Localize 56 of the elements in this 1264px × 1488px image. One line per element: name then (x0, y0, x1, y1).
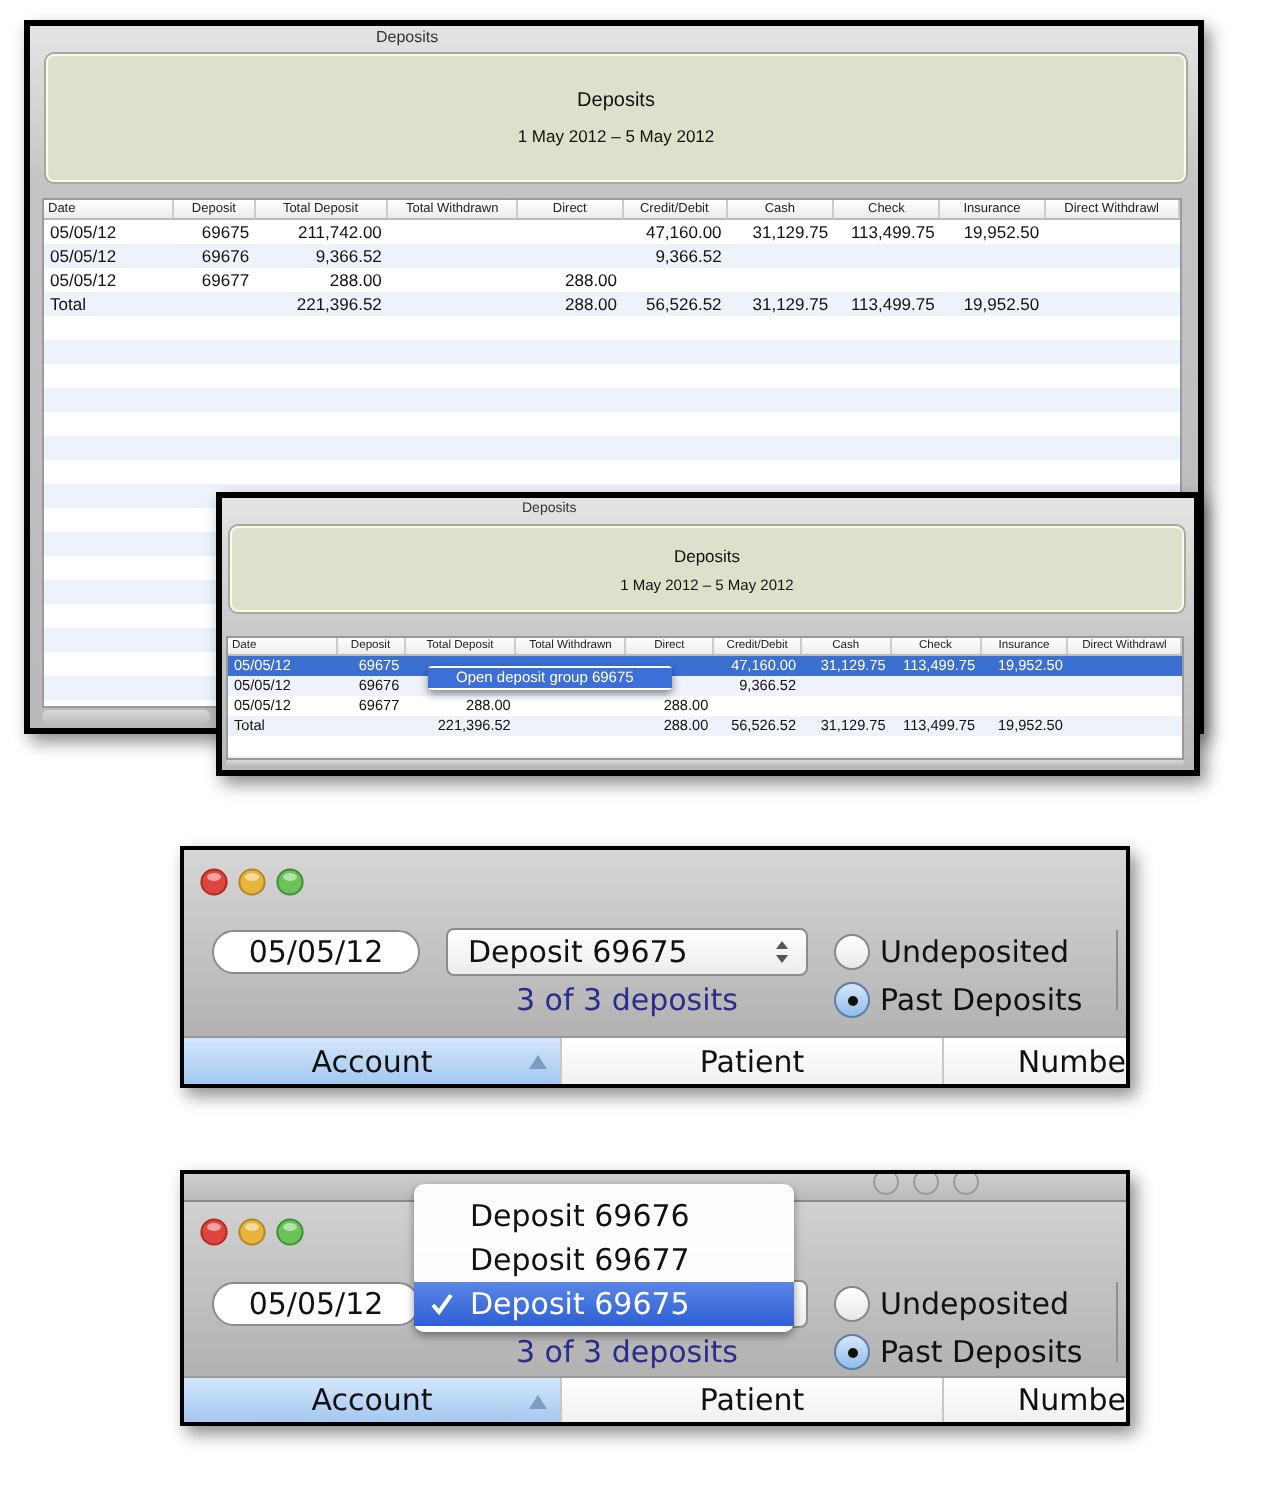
date-field[interactable]: 05/05/12 (212, 1282, 420, 1327)
close-button[interactable] (200, 868, 228, 896)
popup-button[interactable]: Deposit 69675 (446, 928, 808, 976)
table-cell-text: 47,160.00 (643, 220, 724, 244)
menu-item[interactable]: Deposit 69675 (414, 1282, 794, 1326)
table-cell-text: 31,129.75 (750, 292, 831, 316)
table-cell-text: 69675 (199, 220, 252, 244)
radio-button[interactable] (834, 982, 870, 1018)
report-title: Deposits (577, 90, 655, 112)
radio-button[interactable] (834, 1334, 870, 1371)
table-cell-text: 56,526.52 (643, 292, 724, 316)
table-cell-text: 288.00 (563, 268, 620, 292)
close-button[interactable] (200, 1217, 228, 1246)
column-header[interactable]: Account (184, 1378, 562, 1422)
radio-label: Undeposited (880, 934, 1070, 970)
table-cell-text: Total (48, 292, 88, 316)
zoom-button[interactable] (276, 868, 304, 896)
report-title: Deposits (673, 545, 741, 565)
menu-item[interactable]: Deposit 69677 (414, 1238, 794, 1282)
radio-label: Past Deposits (880, 982, 1083, 1018)
radio-label: Undeposited (880, 1286, 1070, 1323)
column-header[interactable]: Patient (562, 1038, 944, 1084)
table-cell-text: 9,366.52 (653, 244, 724, 268)
menu-item[interactable]: Deposit 69676 (414, 1194, 794, 1238)
table-cell-text: 05/05/12 (48, 220, 119, 244)
table-cell-text: 113,499.75 (848, 292, 937, 316)
updown-arrows-icon (774, 940, 790, 964)
table-cell-text: 288.00 (327, 268, 384, 292)
radio-button[interactable] (834, 934, 870, 970)
table-cell-text: 113,499.75 (848, 220, 937, 244)
table-cell-text: 211,742.00 (295, 220, 384, 244)
column-header[interactable]: Patient (562, 1378, 944, 1422)
minimize-button[interactable] (238, 1217, 266, 1246)
deposit-count: 3 of 3 deposits (514, 1334, 740, 1371)
table-cell-text: 9,366.52 (313, 244, 384, 268)
table-cell-text: 221,396.52 (294, 292, 384, 316)
checkmark-icon (430, 1292, 454, 1316)
table-cell-text: 19,952.50 (961, 220, 1042, 244)
minimize-button[interactable] (238, 868, 266, 896)
table-cell-text: 05/05/12 (48, 244, 119, 268)
table-cell-text: 288.00 (563, 292, 620, 316)
zoom-button[interactable] (276, 1217, 304, 1246)
table-cell-text: 19,952.50 (961, 292, 1042, 316)
window-title: Deposits (376, 26, 439, 50)
column-header[interactable]: Account (184, 1038, 562, 1084)
scroll-bar[interactable] (226, 760, 1184, 766)
scroll-bar[interactable] (42, 710, 210, 724)
table-cell-text: 31,129.75 (750, 220, 831, 244)
deposit-count: 3 of 3 deposits (514, 982, 740, 1018)
radio-label: Past Deposits (880, 1334, 1083, 1371)
radio-button[interactable] (834, 1286, 870, 1323)
table-cell-text: 69677 (199, 268, 252, 292)
table-cell-text: 05/05/12 (48, 268, 119, 292)
date-range: 1 May 2012 – 5 May 2012 (517, 126, 715, 146)
table-cell-text: 69676 (199, 244, 252, 268)
date-field[interactable]: 05/05/12 (212, 930, 420, 974)
